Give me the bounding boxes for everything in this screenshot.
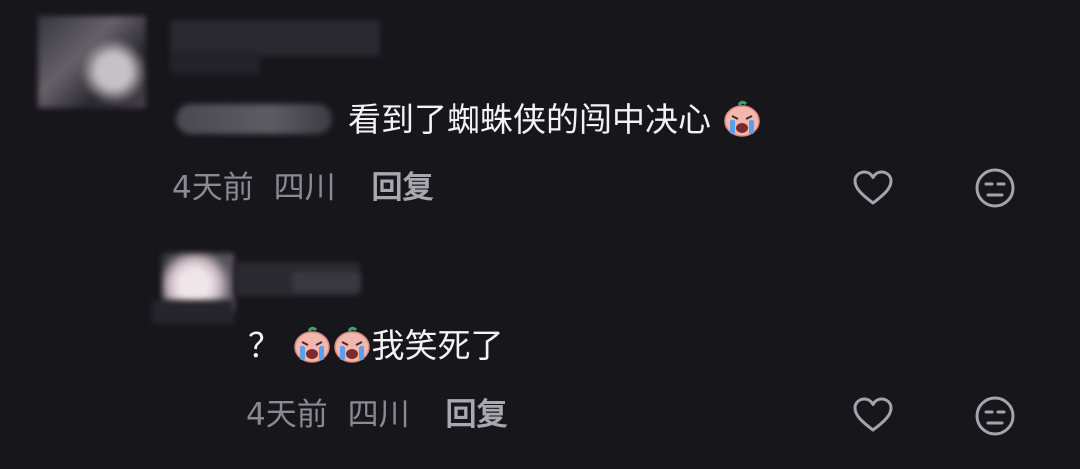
timestamp: 4天前 — [172, 170, 254, 206]
reply-button[interactable]: 回复 — [371, 170, 433, 206]
username-blurred-secondary — [170, 52, 260, 74]
comment-meta: 4天前 四川 回复 — [246, 397, 507, 433]
comment-text: ？ 我笑死了 — [248, 326, 504, 368]
dislike-face-icon[interactable] — [974, 167, 1016, 209]
dislike-face-icon[interactable] — [974, 395, 1016, 437]
location: 四川 — [273, 170, 336, 206]
username-blurred[interactable] — [170, 20, 380, 56]
avatar[interactable] — [38, 16, 146, 108]
location: 四川 — [347, 397, 410, 433]
heart-icon[interactable] — [852, 169, 894, 207]
crying-emoji-icon — [333, 326, 370, 363]
comment-prefix: ？ — [248, 326, 281, 365]
comment-body: 看到了蜘蛛侠的闯中决心 — [348, 100, 711, 139]
crying-emoji-icon — [293, 326, 330, 363]
comment-body: 我笑死了 — [371, 326, 504, 365]
timestamp: 4天前 — [246, 397, 328, 433]
reply-button[interactable]: 回复 — [445, 397, 507, 433]
heart-icon[interactable] — [852, 396, 894, 434]
avatar-shadow — [152, 300, 234, 324]
username-blurred-secondary — [292, 272, 360, 292]
comment-meta: 4天前 四川 回复 — [172, 170, 433, 206]
comment-text: 看到了蜘蛛侠的闯中决心 — [348, 100, 762, 142]
crying-emoji-icon — [723, 100, 760, 137]
mention-pill-blurred[interactable] — [176, 104, 332, 134]
